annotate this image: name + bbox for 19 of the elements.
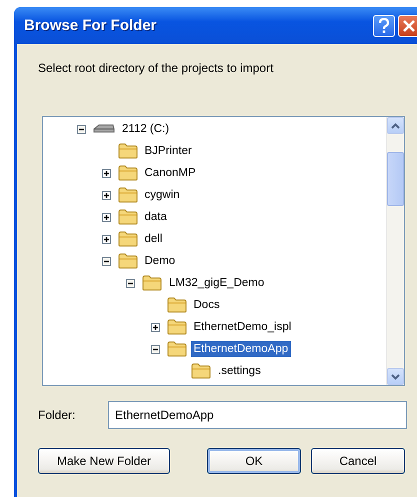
tree-item[interactable]: EthernetDemo_ispl — [190, 319, 294, 335]
ok-button[interactable]: OK — [207, 448, 301, 474]
tree-item[interactable]: Demo — [142, 253, 178, 269]
tree-item[interactable]: data — [142, 209, 170, 225]
folder-field[interactable]: EthernetDemoApp — [108, 401, 407, 429]
window-title: Browse For Folder — [24, 17, 158, 34]
tree-item[interactable]: .settings — [215, 363, 264, 379]
tree-item[interactable]: 2112 (C:) — [119, 121, 172, 137]
tree-item[interactable]: dell — [142, 231, 166, 247]
tree-item[interactable]: Docs — [190, 297, 223, 313]
folder-label: Folder: — [38, 408, 76, 422]
instruction-text: Select root directory of the projects to import — [38, 61, 274, 75]
tree-item[interactable]: BJPrinter — [142, 143, 195, 159]
tree-item[interactable]: CanonMP — [142, 165, 199, 181]
tree-item[interactable]: cygwin — [142, 187, 183, 203]
dialog-button[interactable]: Cancel — [311, 448, 405, 474]
dialog-button[interactable]: Make New Folder — [38, 448, 170, 474]
tree-item[interactable]: EthernetDemoApp — [190, 341, 292, 357]
tree-item[interactable]: LM32_gigE_Demo — [166, 275, 268, 291]
